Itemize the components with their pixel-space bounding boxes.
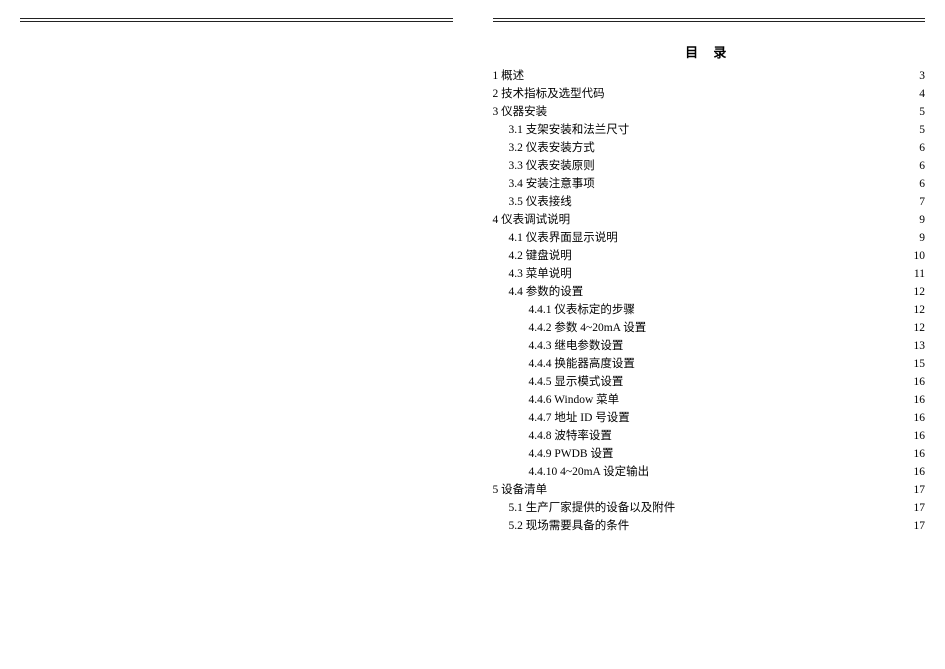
toc-entry-page: 4 — [919, 85, 925, 103]
toc-entry: 5.2 现场需要具备的条件 17 — [493, 517, 926, 535]
toc-entry: 2 技术指标及选型代码 4 — [493, 85, 926, 103]
toc-title: 目 录 — [493, 42, 926, 61]
toc-entry-page: 13 — [914, 337, 926, 355]
toc-entry-page: 15 — [914, 355, 926, 373]
toc-entry-page: 16 — [914, 427, 926, 445]
toc-entry-label: 3.2 仪表安装方式 — [509, 139, 595, 157]
toc-entry-label: 3.5 仪表接线 — [509, 193, 572, 211]
toc-entry-page: 9 — [919, 211, 925, 229]
toc-entry-page: 17 — [914, 481, 926, 499]
toc-entry-page: 9 — [919, 229, 925, 247]
toc-entry: 3.2 仪表安装方式 6 — [493, 139, 926, 157]
toc-entry: 4.4.5 显示模式设置 16 — [493, 373, 926, 391]
toc-entry-label: 3 仪器安装 — [493, 103, 548, 121]
toc-entry: 4.4.7 地址 ID 号设置 16 — [493, 409, 926, 427]
page-left-rule — [20, 18, 453, 22]
toc-entry-label: 4.4.7 地址 ID 号设置 — [529, 409, 630, 427]
toc-entry: 3.3 仪表安装原则 6 — [493, 157, 926, 175]
toc-entry-label: 4.4.4 换能器高度设置 — [529, 355, 635, 373]
toc-entry-label: 4.2 键盘说明 — [509, 247, 572, 265]
toc-entry-label: 4.1 仪表界面显示说明 — [509, 229, 618, 247]
toc-entry-label: 4.4.8 波特率设置 — [529, 427, 612, 445]
toc-entry-page: 16 — [914, 445, 926, 463]
toc-entry-page: 12 — [914, 283, 926, 301]
toc-entry-label: 5.2 现场需要具备的条件 — [509, 517, 630, 535]
toc-entry: 5.1 生产厂家提供的设备以及附件 17 — [493, 499, 926, 517]
toc-entry-page: 5 — [919, 121, 925, 139]
toc-entry-label: 4.4.3 继电参数设置 — [529, 337, 624, 355]
toc-entry-label: 4.3 菜单说明 — [509, 265, 572, 283]
toc-entry-label: 4.4.10 4~20mA 设定输出 — [529, 463, 650, 481]
toc-entry: 4.4.4 换能器高度设置 15 — [493, 355, 926, 373]
page-right-rule — [493, 18, 926, 22]
toc-entry-page: 17 — [914, 499, 926, 517]
toc-entry: 3 仪器安装 5 — [493, 103, 926, 121]
toc-entry-label: 3.3 仪表安装原则 — [509, 157, 595, 175]
toc-entry-label: 4.4.6 Window 菜单 — [529, 391, 620, 409]
toc-entry-label: 4.4.2 参数 4~20mA 设置 — [529, 319, 647, 337]
toc-entry-page: 16 — [914, 373, 926, 391]
toc-entry-page: 11 — [914, 265, 925, 283]
page-right: 目 录 1 概述32 技术指标及选型代码43 仪器安装53.1 支架安装和法兰尺… — [473, 0, 945, 669]
page-left — [0, 0, 473, 669]
toc-entry-label: 2 技术指标及选型代码 — [493, 85, 605, 103]
toc-entry-page: 6 — [919, 157, 925, 175]
toc-entry: 3.5 仪表接线 7 — [493, 193, 926, 211]
toc-entry: 4.4.6 Window 菜单 16 — [493, 391, 926, 409]
toc-entry-page: 16 — [914, 391, 926, 409]
toc-entry: 3.1 支架安装和法兰尺寸 5 — [493, 121, 926, 139]
toc-entry-label: 4.4 参数的设置 — [509, 283, 584, 301]
toc-entry: 4.2 键盘说明 10 — [493, 247, 926, 265]
toc-entry-label: 4.4.9 PWDB 设置 — [529, 445, 614, 463]
toc-entry: 4.4.8 波特率设置 16 — [493, 427, 926, 445]
toc-entry-page: 6 — [919, 139, 925, 157]
toc-entry-page: 12 — [914, 319, 926, 337]
toc-entry: 4.4.2 参数 4~20mA 设置 12 — [493, 319, 926, 337]
toc-entry-label: 3.4 安装注意事项 — [509, 175, 595, 193]
toc-entry-page: 16 — [914, 463, 926, 481]
toc-entry: 4 仪表调试说明 9 — [493, 211, 926, 229]
toc-entry: 4.3 菜单说明 11 — [493, 265, 926, 283]
toc-entry-label: 3.1 支架安装和法兰尺寸 — [509, 121, 630, 139]
toc-entry: 4.4.1 仪表标定的步骤 12 — [493, 301, 926, 319]
toc-entry: 4.4.10 4~20mA 设定输出 16 — [493, 463, 926, 481]
toc-entry-page: 16 — [914, 409, 926, 427]
toc-entry-label: 5.1 生产厂家提供的设备以及附件 — [509, 499, 676, 517]
toc-entry-label: 4.4.5 显示模式设置 — [529, 373, 624, 391]
toc-list: 1 概述32 技术指标及选型代码43 仪器安装53.1 支架安装和法兰尺寸53.… — [493, 67, 926, 535]
toc-entry-page: 17 — [914, 517, 926, 535]
toc-entry: 4.4 参数的设置 12 — [493, 283, 926, 301]
toc-entry: 4.4.9 PWDB 设置 16 — [493, 445, 926, 463]
toc-entry-page: 6 — [919, 175, 925, 193]
toc-entry-label: 4 仪表调试说明 — [493, 211, 571, 229]
toc-entry: 1 概述 3 — [493, 67, 926, 85]
toc-entry-page: 7 — [919, 193, 925, 211]
toc-entry-label: 1 概述 — [493, 67, 525, 85]
toc-entry: 5 设备清单 17 — [493, 481, 926, 499]
toc-entry-label: 5 设备清单 — [493, 481, 548, 499]
toc-entry-page: 3 — [919, 67, 925, 85]
toc-entry-label: 4.4.1 仪表标定的步骤 — [529, 301, 635, 319]
toc-entry-page: 10 — [914, 247, 926, 265]
toc-entry-page: 12 — [914, 301, 926, 319]
toc-entry-page: 5 — [919, 103, 925, 121]
toc-entry: 3.4 安装注意事项 6 — [493, 175, 926, 193]
toc-entry: 4.1 仪表界面显示说明 9 — [493, 229, 926, 247]
toc-entry: 4.4.3 继电参数设置 13 — [493, 337, 926, 355]
